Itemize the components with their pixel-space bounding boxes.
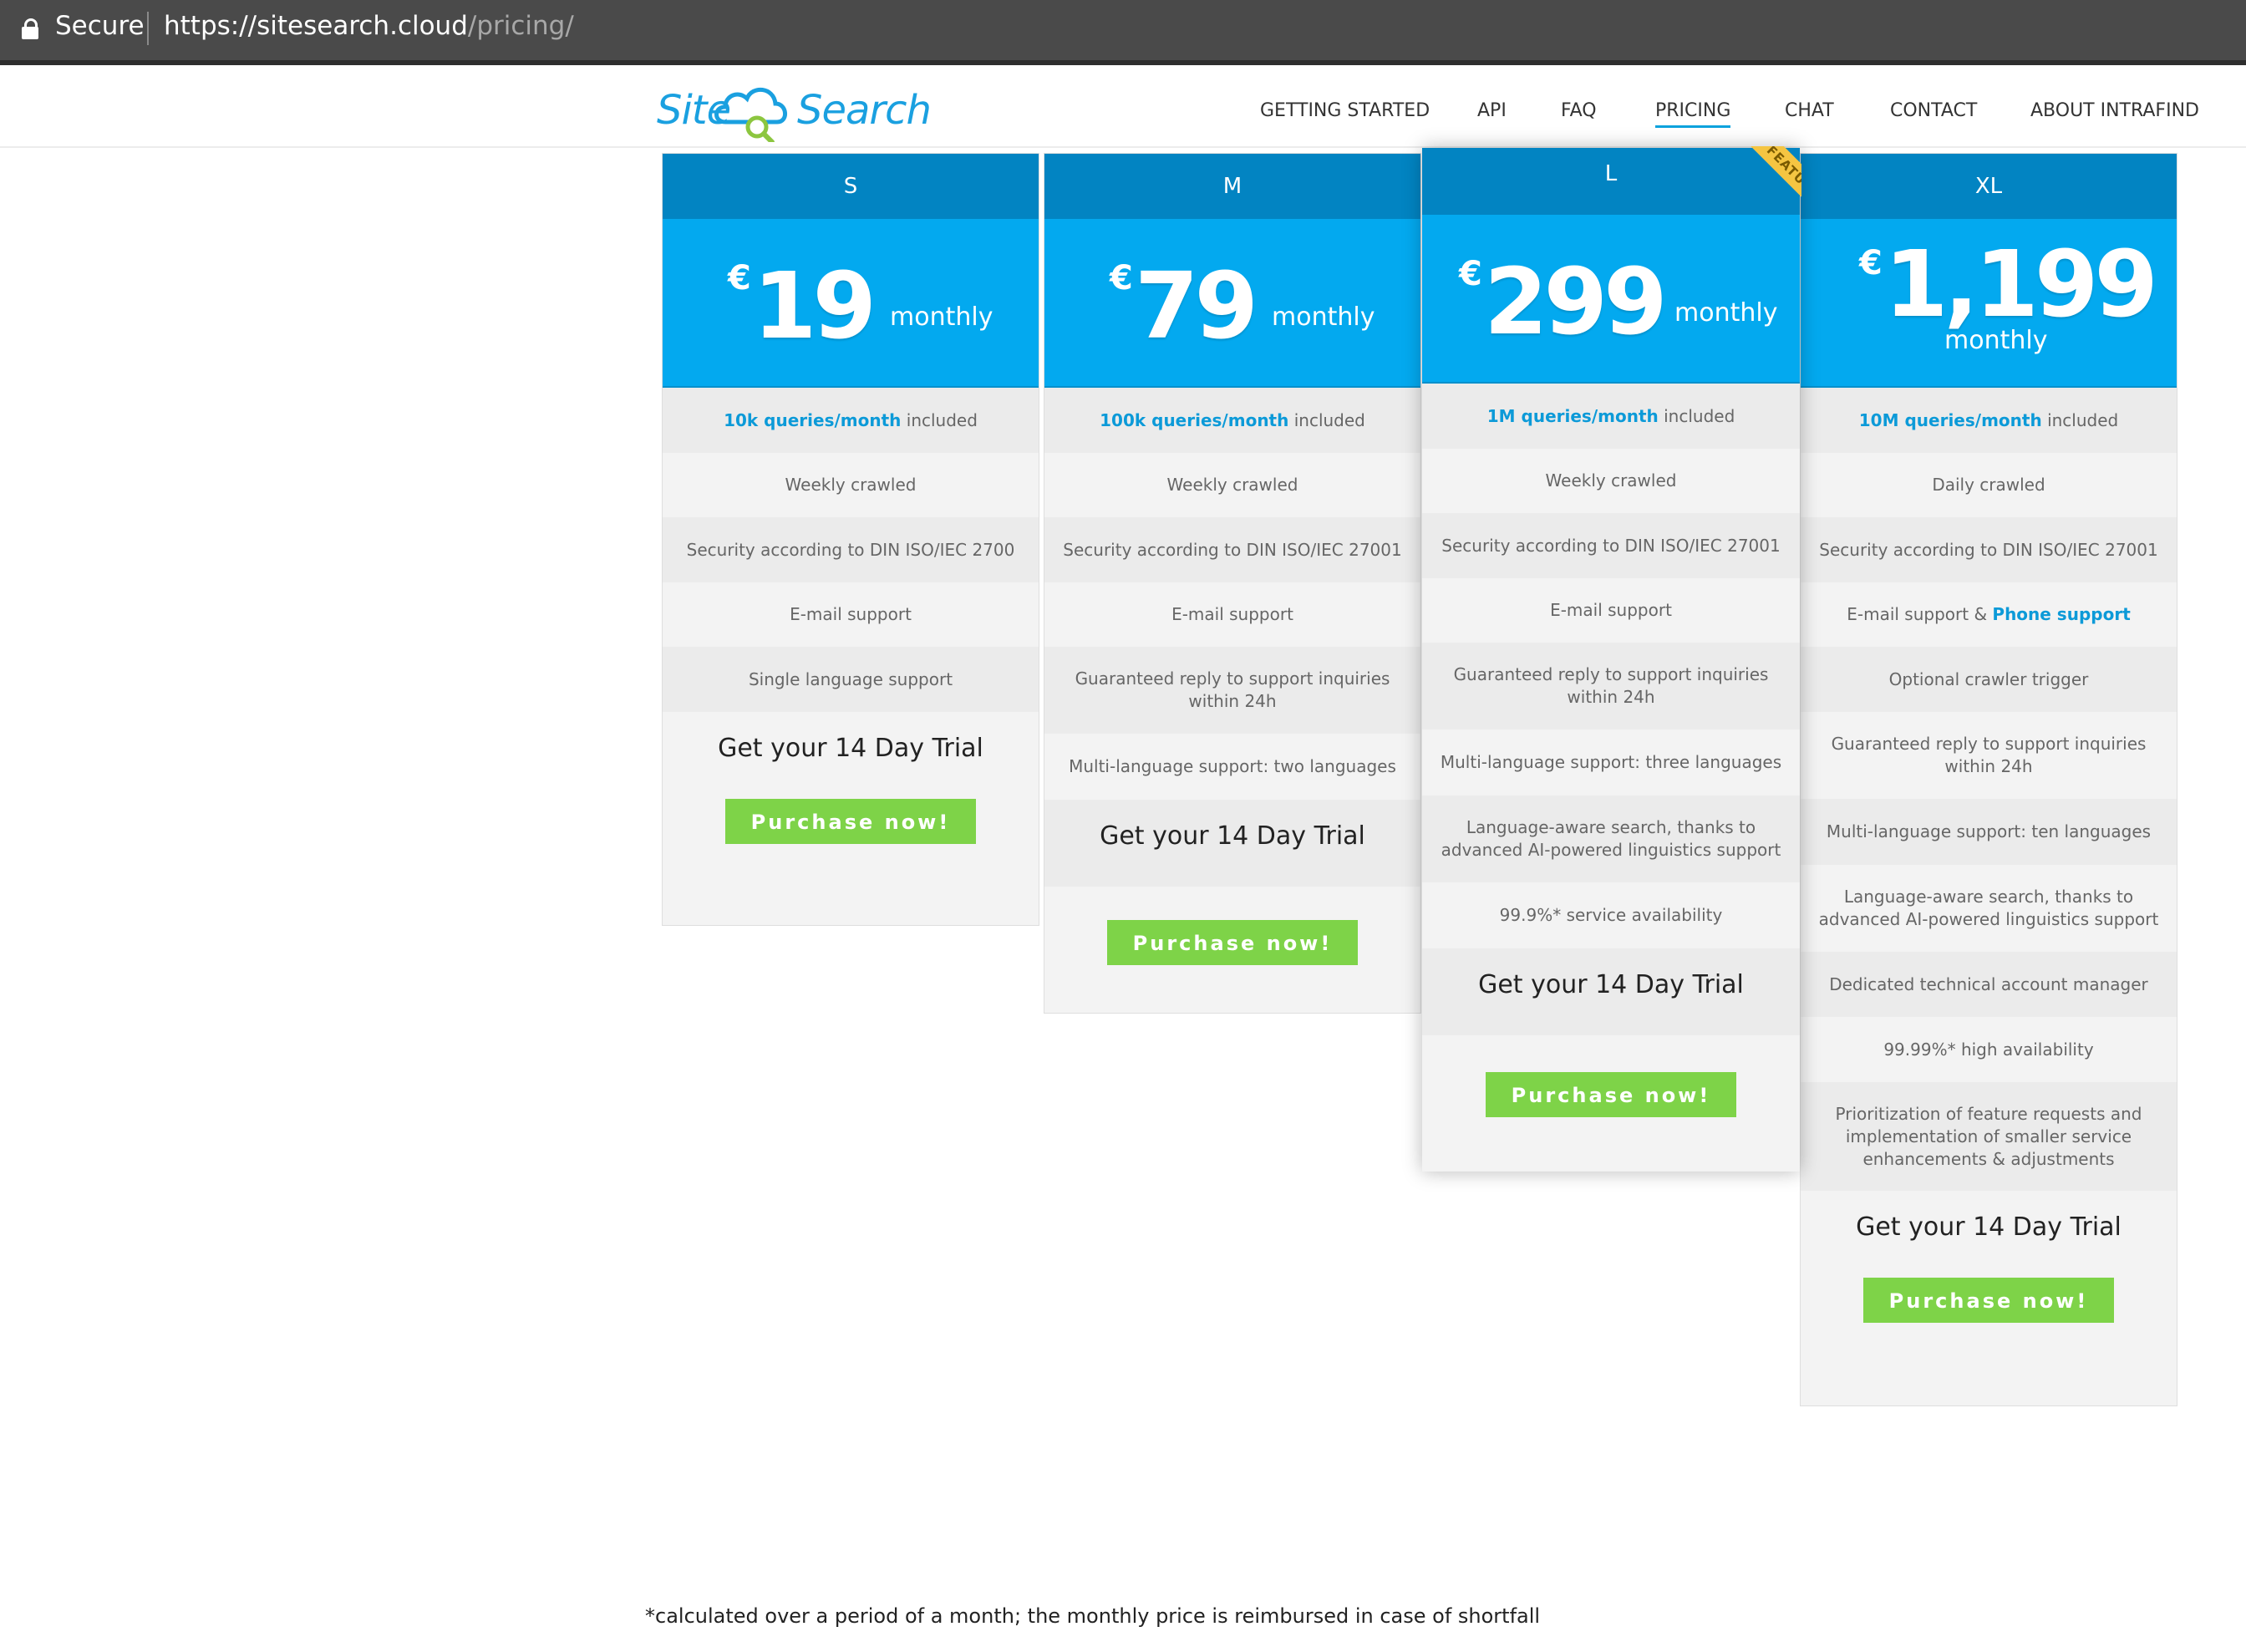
- queries-amount: 10M queries/month: [1858, 409, 2042, 430]
- purchase-button[interactable]: Purchase now!: [1863, 1278, 2114, 1323]
- purchase-area: Purchase now!: [1801, 1278, 2177, 1403]
- feature-queries: 1M queries/month included: [1422, 384, 1800, 449]
- nav-getting-started[interactable]: GETTING STARTED: [1260, 100, 1430, 121]
- nav-contact[interactable]: CONTACT: [1890, 100, 1977, 121]
- plan-card-l: FEATURED L € 299 monthly 1M queries/mont…: [1422, 146, 1801, 1172]
- lock-icon: [22, 18, 38, 39]
- price-amount: 1,199: [1884, 231, 2158, 338]
- featured-ribbon: FEATURED: [1735, 146, 1801, 213]
- feature-item: Weekly crawled: [785, 475, 917, 495]
- feature-item: Multi-language support: three languages: [1440, 752, 1782, 772]
- price-box: € 1,199 monthly: [1801, 219, 2177, 388]
- feature-queries: 10k queries/month included: [663, 388, 1039, 453]
- nav-faq[interactable]: FAQ: [1561, 100, 1597, 121]
- price-amount: 299: [1484, 248, 1668, 355]
- currency-symbol: €: [1859, 244, 1883, 282]
- nav-pricing[interactable]: PRICING: [1655, 100, 1731, 128]
- price-period: monthly: [1944, 326, 2048, 355]
- feature-item: Guaranteed reply to support inquiries wi…: [1831, 734, 2147, 776]
- feature-queries: 10M queries/month included: [1801, 388, 2177, 453]
- site-header: Site Search GETTING STARTED API FAQ PRIC…: [0, 65, 2246, 148]
- feature-item: 99.99%* high availability: [1883, 1039, 2094, 1060]
- feature-item: Dedicated technical account manager: [1801, 952, 2177, 1017]
- logo-text-search: Search: [797, 87, 932, 134]
- price-box: € 19 monthly: [663, 219, 1039, 388]
- purchase-button[interactable]: Purchase now!: [1486, 1072, 1736, 1117]
- feature-item: E-mail support: [1550, 600, 1672, 620]
- purchase-area: Purchase now!: [663, 799, 1039, 916]
- currency-symbol: €: [1459, 255, 1482, 293]
- plan-card-xl: XL € 1,199 monthly 10M queries/month inc…: [1800, 153, 2177, 1406]
- price-period: monthly: [1674, 298, 1778, 328]
- purchase-area: Purchase now!: [1044, 887, 1420, 1012]
- feature-item: Language-aware search, thanks to advance…: [1818, 887, 2159, 929]
- url-text[interactable]: https://sitesearch.cloud/pricing/: [164, 11, 574, 41]
- nav-about-intrafind[interactable]: ABOUT INTRAFIND: [2030, 100, 2199, 121]
- feature-email-phone: E-mail support & Phone support: [1801, 582, 2177, 647]
- email-support-text: E-mail support &: [1847, 604, 1993, 624]
- feature-item: Weekly crawled: [1166, 475, 1298, 495]
- queries-suffix: included: [906, 409, 978, 430]
- feature-item: Security according to DIN ISO/IEC 27001: [1801, 517, 2177, 582]
- phone-support-text: Phone support: [1992, 604, 2131, 624]
- purchase-button[interactable]: Purchase now!: [1107, 920, 1358, 965]
- queries-suffix: included: [1664, 405, 1735, 426]
- feature-item: 99.9%* service availability: [1499, 905, 1723, 925]
- feature-item: Prioritization of feature requests and i…: [1801, 1082, 2177, 1191]
- feature-item: Multi-language support: ten languages: [1801, 799, 2177, 865]
- plan-name: S: [663, 154, 1039, 219]
- url-path: /pricing/: [467, 11, 574, 41]
- queries-amount: 10k queries/month: [724, 409, 902, 430]
- feature-item: E-mail support: [1171, 604, 1293, 624]
- cloud-magnifier-icon: [714, 88, 787, 142]
- feature-item: Language-aware search, thanks to advance…: [1422, 796, 1800, 882]
- secure-label: Secure: [55, 11, 145, 41]
- feature-item: Security according to DIN ISO/IEC 27001: [1422, 513, 1800, 578]
- feature-item: E-mail support: [790, 604, 912, 624]
- sitesearch-logo[interactable]: Site Search: [657, 74, 932, 149]
- ribbon-label: FEATURED: [1751, 146, 1801, 213]
- address-divider: [147, 12, 149, 45]
- purchase-button[interactable]: Purchase now!: [725, 799, 976, 844]
- price-box: € 79 monthly: [1044, 219, 1420, 388]
- footnote: *calculated over a period of a month; th…: [645, 1604, 1541, 1628]
- feature-item: Security according to DIN ISO/IEC 27001: [1044, 517, 1420, 582]
- feature-item: Single language support: [663, 647, 1039, 712]
- queries-suffix: included: [1293, 409, 1365, 430]
- price-period: monthly: [1272, 302, 1375, 332]
- currency-symbol: €: [728, 259, 751, 297]
- browser-address-bar[interactable]: Secure https://sitesearch.cloud/pricing/: [0, 0, 2246, 65]
- price-box: € 299 monthly: [1422, 215, 1800, 384]
- trial-heading: Get your 14 Day Trial: [1044, 800, 1420, 887]
- feature-item: Security according to DIN ISO/IEC 2700: [663, 517, 1039, 582]
- feature-item: Multi-language support: two languages: [1069, 756, 1396, 776]
- queries-suffix: included: [2047, 409, 2119, 430]
- price-period: monthly: [890, 302, 993, 332]
- purchase-area: Purchase now!: [1422, 1035, 1800, 1167]
- trial-heading: Get your 14 Day Trial: [1801, 1191, 2177, 1278]
- queries-amount: 1M queries/month: [1486, 405, 1659, 426]
- plan-card-m: M € 79 monthly 100k queries/month includ…: [1044, 153, 1421, 1014]
- plan-card-s: S € 19 monthly 10k queries/month include…: [662, 153, 1039, 926]
- queries-amount: 100k queries/month: [1100, 409, 1289, 430]
- plan-name: XL: [1801, 154, 2177, 219]
- feature-item: Guaranteed reply to support inquiries wi…: [1422, 643, 1800, 729]
- trial-heading: Get your 14 Day Trial: [663, 712, 1039, 799]
- feature-item: Guaranteed reply to support inquiries wi…: [1044, 647, 1420, 734]
- url-base: https://sitesearch.cloud: [164, 11, 468, 41]
- price-amount: 79: [1135, 252, 1258, 359]
- feature-item: Optional crawler trigger: [1801, 647, 2177, 712]
- price-amount: 19: [753, 252, 877, 359]
- currency-symbol: €: [1110, 259, 1133, 297]
- feature-queries: 100k queries/month included: [1044, 388, 1420, 453]
- plan-name: M: [1044, 154, 1420, 219]
- nav-api[interactable]: API: [1477, 100, 1507, 121]
- feature-item: Daily crawled: [1932, 475, 2045, 495]
- nav-chat[interactable]: CHAT: [1785, 100, 1834, 121]
- trial-heading: Get your 14 Day Trial: [1422, 948, 1800, 1035]
- feature-item: Weekly crawled: [1545, 470, 1677, 491]
